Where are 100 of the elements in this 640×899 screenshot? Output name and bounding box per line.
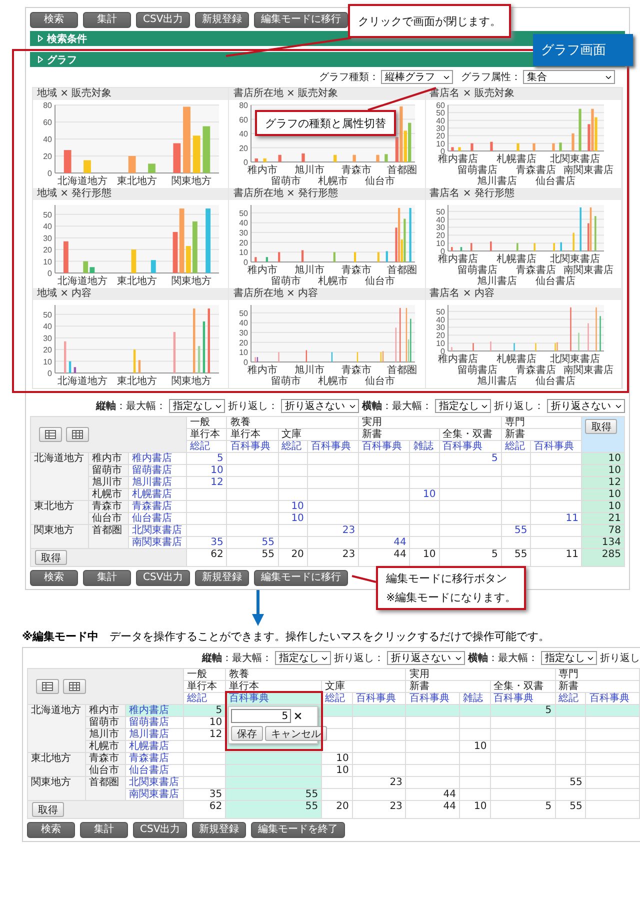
category-label: 稚内市 (248, 265, 278, 276)
store-link[interactable]: 留萌書店 (128, 464, 186, 476)
action-button[interactable]: CSV出力 (136, 12, 190, 28)
store-link[interactable]: 旭川書店 (128, 476, 186, 488)
store-link[interactable]: 青森書店 (128, 500, 186, 512)
row-header: 東北地方 (30, 500, 88, 524)
action-button[interactable]: 新規登録 (192, 822, 246, 838)
input-field[interactable]: 5 (231, 709, 292, 723)
chart-title: 地域 × 発行形態 (33, 188, 228, 200)
table-cell[interactable]: 23 (352, 776, 406, 788)
dropdown[interactable]: 折り返さない (387, 651, 465, 665)
category-label: 青森書店 (515, 365, 556, 376)
table-cell[interactable]: 5 (184, 704, 226, 716)
action-button[interactable]: 編集モードに移行 (254, 570, 348, 586)
table-cell[interactable]: 5 (439, 452, 502, 464)
column-header[interactable]: 雑誌 (459, 692, 490, 704)
store-link[interactable]: 仙台書店 (128, 512, 186, 524)
column-header[interactable]: 百科事典 (307, 440, 359, 452)
category-label: 北海道地方 (57, 276, 108, 287)
dropdown[interactable]: 指定なし (541, 651, 597, 665)
table-cell[interactable]: 5 (490, 704, 556, 716)
tick-label: 60 (436, 101, 445, 110)
action-button[interactable]: 検索 (27, 822, 75, 838)
action-button[interactable]: 集計 (80, 822, 128, 838)
chart-bar (198, 346, 200, 373)
category-label: 留萌市 (271, 276, 302, 287)
column-header[interactable]: 百科事典 (406, 692, 460, 704)
column-header[interactable]: 百科事典 (439, 440, 502, 452)
column-header: 新書 (555, 680, 640, 692)
column-header[interactable]: 百科事典 (226, 692, 322, 704)
layout-button[interactable] (39, 427, 62, 442)
dropdown[interactable]: 指定なし (169, 399, 225, 413)
dropdown[interactable]: 指定なし (275, 651, 331, 665)
action-button[interactable]: CSV出力 (136, 570, 190, 586)
dropdown[interactable]: 集合 (523, 70, 615, 84)
store-link[interactable]: 稚内書店 (128, 452, 186, 464)
column-header[interactable]: 百科事典 (226, 440, 278, 452)
store-link[interactable]: 仙台書店 (126, 764, 184, 776)
table-cell[interactable]: 55 (226, 788, 322, 800)
store-link[interactable]: 札幌書店 (126, 740, 184, 752)
get-button[interactable]: 取得 (35, 550, 67, 565)
table-cell[interactable]: 10 (184, 716, 226, 728)
chart-bar (173, 332, 176, 373)
caret-icon (38, 35, 43, 42)
row-header: 北海道地方 (30, 452, 88, 500)
layout-button[interactable] (66, 427, 89, 442)
store-link[interactable]: 北関東書店 (126, 776, 184, 788)
category-label: 東北地方 (117, 376, 157, 387)
action-button[interactable]: 集計 (83, 12, 131, 28)
category-label: 青森書店 (515, 265, 556, 276)
store-link[interactable]: 稚内書店 (126, 704, 184, 716)
column-header[interactable]: 雑誌 (410, 440, 440, 452)
column-header[interactable]: 百科事典 (490, 692, 556, 704)
layout-button[interactable] (36, 679, 59, 694)
clear-icon[interactable] (293, 711, 304, 721)
column-header[interactable]: 百科事典 (530, 440, 582, 452)
chart-bar (138, 360, 141, 373)
option-label: 折り返し： (334, 652, 384, 665)
get-button[interactable]: 取得 (585, 419, 618, 434)
dropdown[interactable]: 指定なし (435, 399, 491, 413)
table-cell[interactable]: 55 (226, 536, 278, 548)
store-link[interactable]: 南関東書店 (126, 788, 184, 800)
table-cell[interactable]: 35 (184, 788, 226, 800)
chart-title: 書店所在地 × 内容 (229, 288, 425, 300)
action-button[interactable]: 検索 (30, 570, 78, 586)
editor-button[interactable]: キャンセル (265, 726, 328, 741)
table-cell[interactable]: 12 (184, 728, 226, 740)
chart-bar (450, 147, 454, 151)
table-cell[interactable]: 44 (406, 788, 460, 800)
layout-button[interactable] (63, 679, 86, 694)
dropdown[interactable]: 折り返さない (281, 399, 359, 413)
action-button[interactable]: 編集モードに移行 (254, 12, 348, 28)
tick-label: 30 (436, 124, 445, 133)
action-button[interactable]: 新規登録 (195, 570, 250, 586)
tick-label: 0 (48, 369, 52, 378)
action-button[interactable]: CSV出力 (133, 822, 188, 838)
column-header[interactable]: 総記 (184, 692, 226, 704)
store-link[interactable]: 旭川書店 (126, 728, 184, 740)
action-button[interactable]: 新規登録 (195, 12, 250, 28)
get-button[interactable]: 取得 (32, 802, 64, 817)
table-cell[interactable]: 23 (307, 524, 359, 536)
action-button[interactable]: 編集モードを終了 (251, 822, 346, 838)
store-link[interactable]: 青森書店 (126, 752, 184, 764)
dropdown[interactable]: 縦棒グラフ (381, 70, 453, 84)
store-link[interactable]: 北関東書店 (128, 524, 186, 536)
action-button[interactable]: 集計 (83, 570, 131, 586)
column-header[interactable]: 百科事典 (586, 692, 640, 704)
dropdown[interactable]: 折り返さない (547, 399, 625, 413)
store-link[interactable]: 札幌書店 (128, 488, 186, 500)
callout-text: ※編集モードになります。 (386, 591, 516, 604)
column-header[interactable]: 総記 (186, 440, 227, 452)
table-cell[interactable]: 11 (530, 512, 582, 524)
store-link[interactable]: 留萌書店 (126, 716, 184, 728)
action-button[interactable]: 検索 (30, 12, 78, 28)
editor-button[interactable]: 保存 (231, 726, 264, 741)
table-cell[interactable]: 44 (358, 536, 410, 548)
column-header: 単行本 (186, 428, 227, 440)
column-header[interactable]: 百科事典 (352, 692, 406, 704)
store-link[interactable]: 南関東書店 (128, 536, 186, 548)
column-header[interactable]: 百科事典 (358, 440, 410, 452)
